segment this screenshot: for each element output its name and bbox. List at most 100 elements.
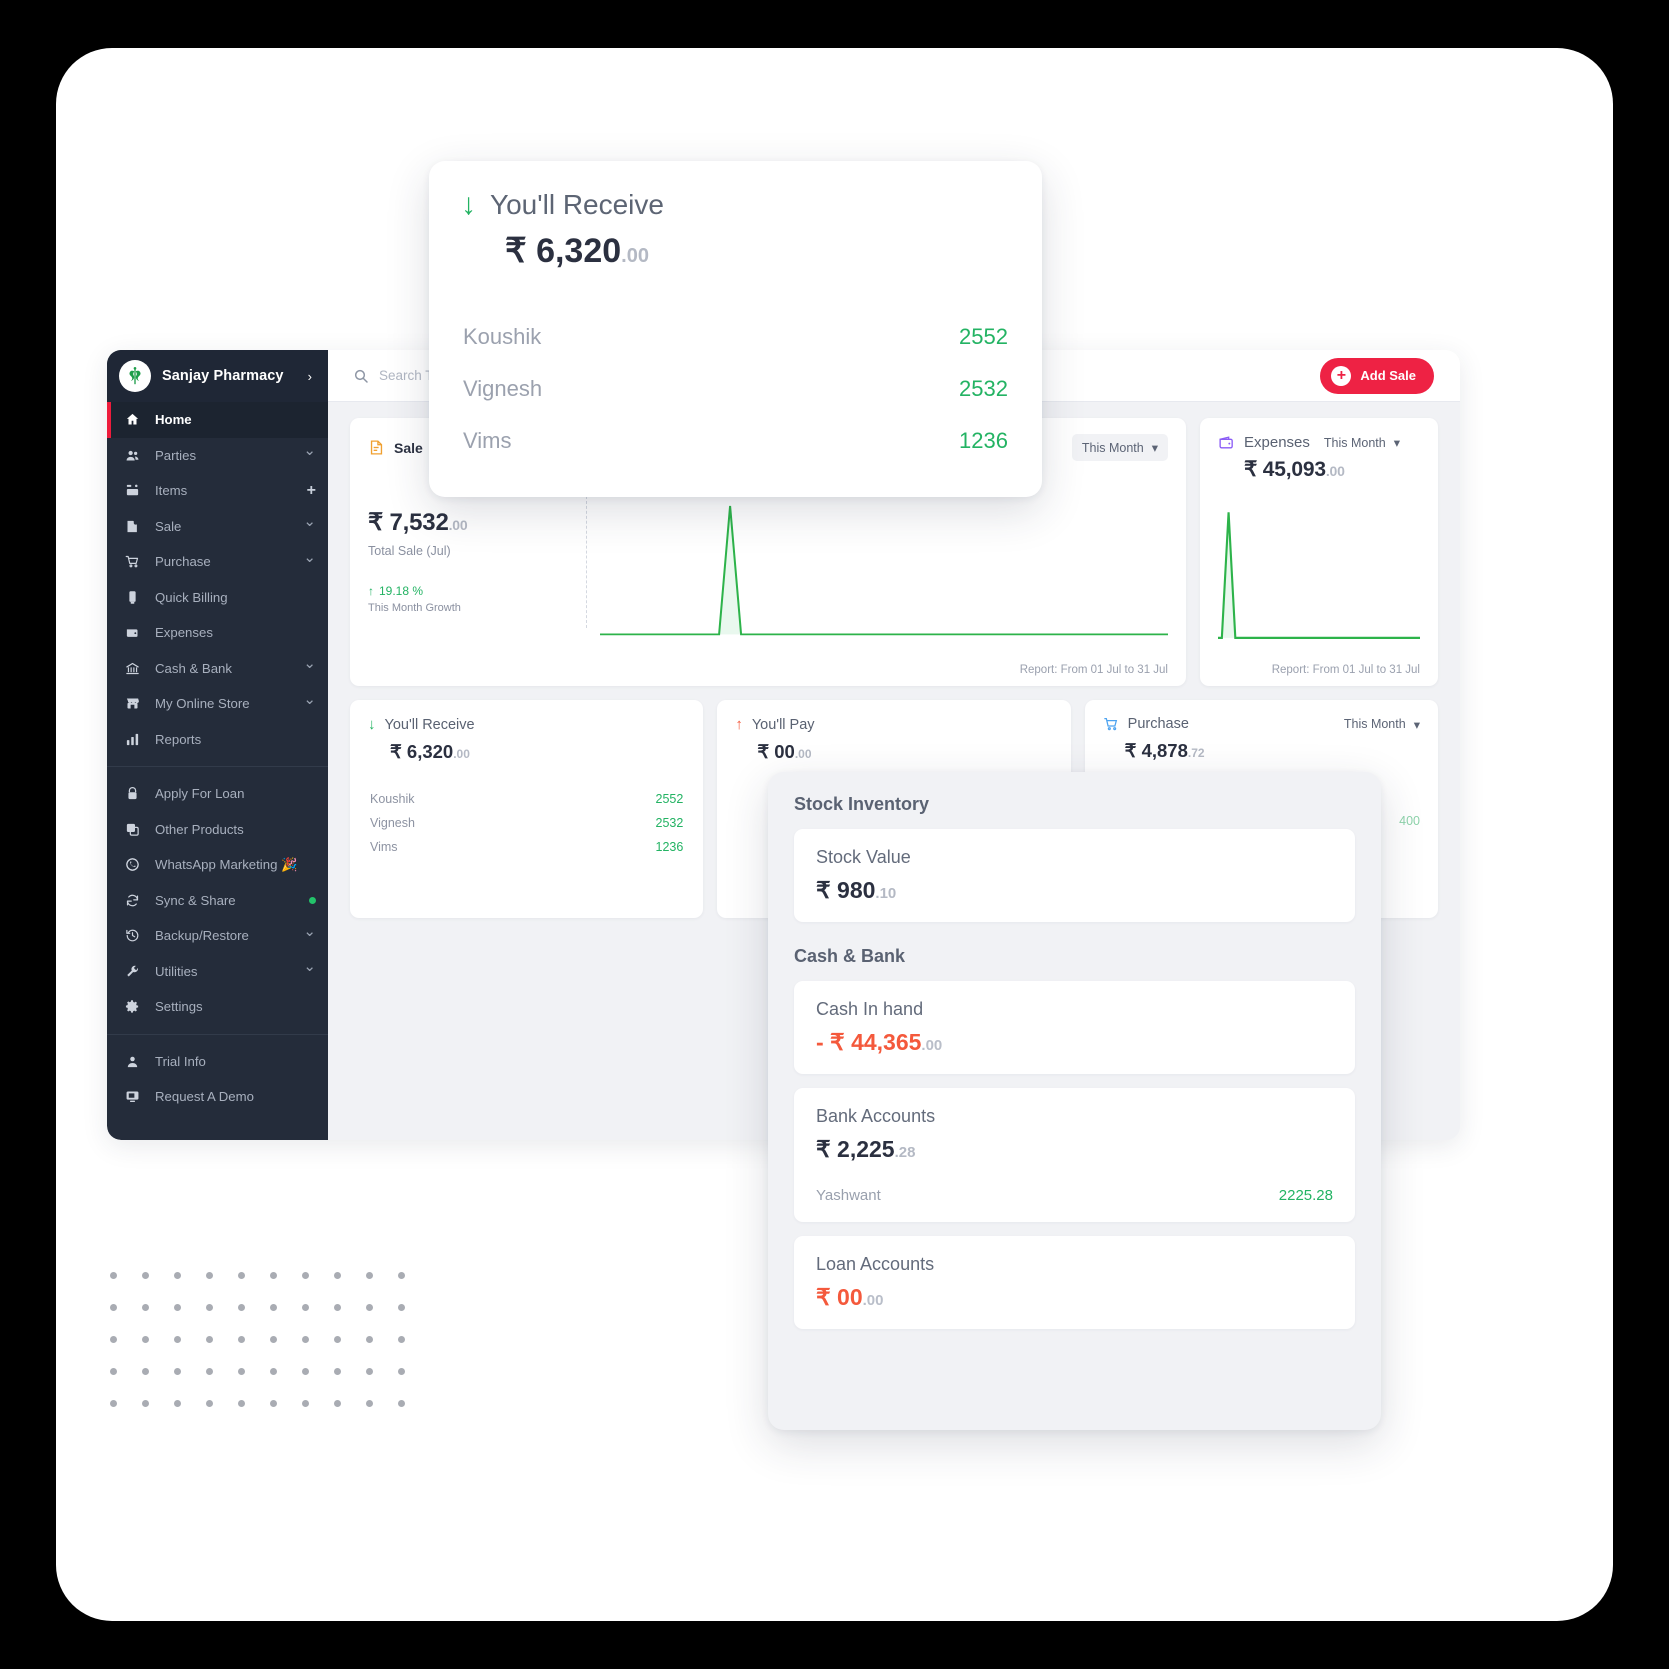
sidebar-item-cash-bank[interactable]: Cash & Bank ⌄ [107, 651, 328, 687]
party-amount: 2532 [655, 816, 684, 830]
floating-youll-receive-card: ↓ You'll Receive ₹ 6,320.00 Koushik 2552 V… [429, 161, 1042, 497]
sidebar-item-quick-billing[interactable]: Quick Billing [107, 580, 328, 616]
youll-receive-party-list: Koushik 2552 Vignesh 2532 Vims 1236 [368, 787, 685, 859]
decorative-dot [206, 1336, 213, 1343]
decorative-dot [142, 1272, 149, 1279]
home-icon [125, 412, 145, 427]
sidebar-item-expenses[interactable]: Expenses [107, 615, 328, 651]
purchase-card-title: Purchase [1127, 716, 1189, 732]
sidebar-item-reports[interactable]: Reports [107, 722, 328, 758]
receipt-icon [125, 590, 145, 605]
cash-in-hand-main: - ₹ 44,365 [816, 1029, 922, 1055]
sale-period-selector[interactable]: This Month ▾ [1071, 434, 1168, 461]
sidebar-item-settings[interactable]: Settings [107, 989, 328, 1025]
sidebar-item-sync-share[interactable]: Sync & Share [107, 883, 328, 919]
decorative-dot [174, 1400, 181, 1407]
sidebar-secondary-nav: Apply For Loan Other Products WhatsApp Mar… [107, 776, 328, 1025]
purchase-product-value: 400 [1399, 814, 1420, 828]
sidebar-item-home[interactable]: Home [107, 402, 328, 438]
cash-bank-heading: Cash & Bank [794, 946, 906, 966]
sidebar-item-label: Request A Demo [155, 1089, 254, 1105]
copy-icon [125, 822, 145, 837]
sidebar-item-label: Quick Billing [155, 589, 228, 605]
cash-in-hand-amount: - ₹ 44,365.00 [816, 1029, 1333, 1056]
party-name: Koushik [463, 324, 542, 349]
sidebar-item-request-a-demo[interactable]: Request A Demo [107, 1079, 328, 1115]
sidebar-item-other-products[interactable]: Other Products [107, 812, 328, 848]
bank-accounts-box[interactable]: Bank Accounts ₹ 2,225.28 Yashwant 2225.2… [794, 1088, 1355, 1222]
sidebar-item-label: Trial Info [155, 1053, 206, 1069]
decorative-dot [270, 1368, 277, 1375]
bank-accounts-amount: ₹ 2,225.28 [816, 1136, 1333, 1163]
expenses-period-selector[interactable]: This Month ▾ [1324, 435, 1400, 451]
sale-growth-label: This Month Growth [368, 602, 461, 614]
decorative-dot [206, 1368, 213, 1375]
decorative-dot [398, 1368, 405, 1375]
sidebar-item-label: Sale [155, 518, 182, 534]
bank-account-value: 2225.28 [1278, 1187, 1333, 1204]
sidebar-item-items[interactable]: Items + [107, 473, 328, 509]
party-row[interactable]: Vims 1236 [368, 835, 685, 859]
floating-receive-amount: ₹ 6,320.00 [505, 231, 1010, 271]
sidebar-item-label: Settings [155, 999, 203, 1015]
decorative-dot [302, 1368, 309, 1375]
sale-card-divider [586, 496, 587, 628]
sidebar-item-apply-for-loan[interactable]: Apply For Loan [107, 776, 328, 812]
decorative-dot [110, 1304, 117, 1311]
sidebar-item-sale[interactable]: Sale ⌄ [107, 509, 328, 545]
party-row[interactable]: Vignesh 2532 [461, 363, 1010, 415]
loan-accounts-box[interactable]: Loan Accounts ₹ 00.00 [794, 1236, 1355, 1329]
sidebar-item-utilities[interactable]: Utilities ⌄ [107, 954, 328, 990]
plus-icon[interactable]: + [307, 482, 316, 499]
decorative-dot [398, 1400, 405, 1407]
party-name: Vignesh [370, 816, 415, 830]
bank-accounts-main: ₹ 2,225 [816, 1136, 895, 1162]
sidebar-item-parties[interactable]: Parties ⌄ [107, 438, 328, 474]
sidebar-item-backup-restore[interactable]: Backup/Restore ⌄ [107, 918, 328, 954]
decorative-dot [174, 1304, 181, 1311]
brand-header[interactable]: Sanjay Pharmacy › [107, 350, 328, 402]
party-amount: 2532 [959, 376, 1008, 401]
sale-amount-decimal: .00 [448, 517, 468, 533]
sale-growth-value: 19.18 % [379, 584, 424, 598]
people-icon [125, 448, 145, 463]
info-user-icon [125, 1054, 145, 1069]
sale-period-label: This Month [1081, 440, 1144, 455]
decorative-dot [142, 1336, 149, 1343]
cash-in-hand-decimal: .00 [921, 1037, 943, 1054]
stock-value-box[interactable]: Stock Value ₹ 980.10 [794, 829, 1355, 922]
sale-amount: ₹ 7,532.00 [368, 508, 568, 537]
sidebar-item-purchase[interactable]: Purchase ⌄ [107, 544, 328, 580]
chevron-down-icon: ▾ [1393, 436, 1400, 450]
decorative-dot [270, 1336, 277, 1343]
decorative-dot [142, 1368, 149, 1375]
party-name: Koushik [370, 792, 415, 806]
sidebar-item-label: Utilities [155, 963, 198, 979]
sidebar-item-whatsapp-marketing[interactable]: WhatsApp Marketing 🎉 [107, 847, 328, 883]
loan-accounts-amount: ₹ 00.00 [816, 1284, 1333, 1311]
decorative-dot [302, 1272, 309, 1279]
sidebar-tertiary-nav: Trial Info Request A Demo [107, 1044, 328, 1115]
party-amount: 2552 [959, 324, 1008, 349]
purchase-period-selector[interactable]: This Month ▾ [1344, 717, 1420, 732]
expenses-amount-main: ₹ 45,093 [1244, 458, 1326, 481]
chevron-right-icon[interactable]: › [308, 369, 316, 384]
party-row[interactable]: Koushik 2552 [461, 311, 1010, 363]
sidebar: Sanjay Pharmacy › Home Parties ⌄ Items + Sale… [107, 350, 328, 1140]
decorative-dot-grid [110, 1272, 405, 1432]
sidebar-item-trial-info[interactable]: Trial Info [107, 1044, 328, 1080]
arrow-down-icon: ↓ [461, 188, 476, 221]
youll-receive-amount: ₹ 6,320.00 [390, 741, 685, 763]
party-row[interactable]: Koushik 2552 [368, 787, 685, 811]
add-sale-button[interactable]: + Add Sale [1320, 357, 1434, 394]
floating-receive-party-list: Koushik 2552 Vignesh 2532 Vims 1236 [461, 311, 1010, 467]
sale-report-note: Report: From 01 Jul to 31 Jul [1019, 664, 1168, 676]
decorative-dot [174, 1336, 181, 1343]
decorative-dot [270, 1272, 277, 1279]
cash-in-hand-box[interactable]: Cash In hand - ₹ 44,365.00 [794, 981, 1355, 1074]
sidebar-item-my-online-store[interactable]: My Online Store ⌄ [107, 686, 328, 722]
party-row[interactable]: Vignesh 2532 [368, 811, 685, 835]
bar-chart-icon [125, 732, 145, 747]
party-row[interactable]: Vims 1236 [461, 415, 1010, 467]
bank-accounts-label: Bank Accounts [816, 1106, 936, 1126]
